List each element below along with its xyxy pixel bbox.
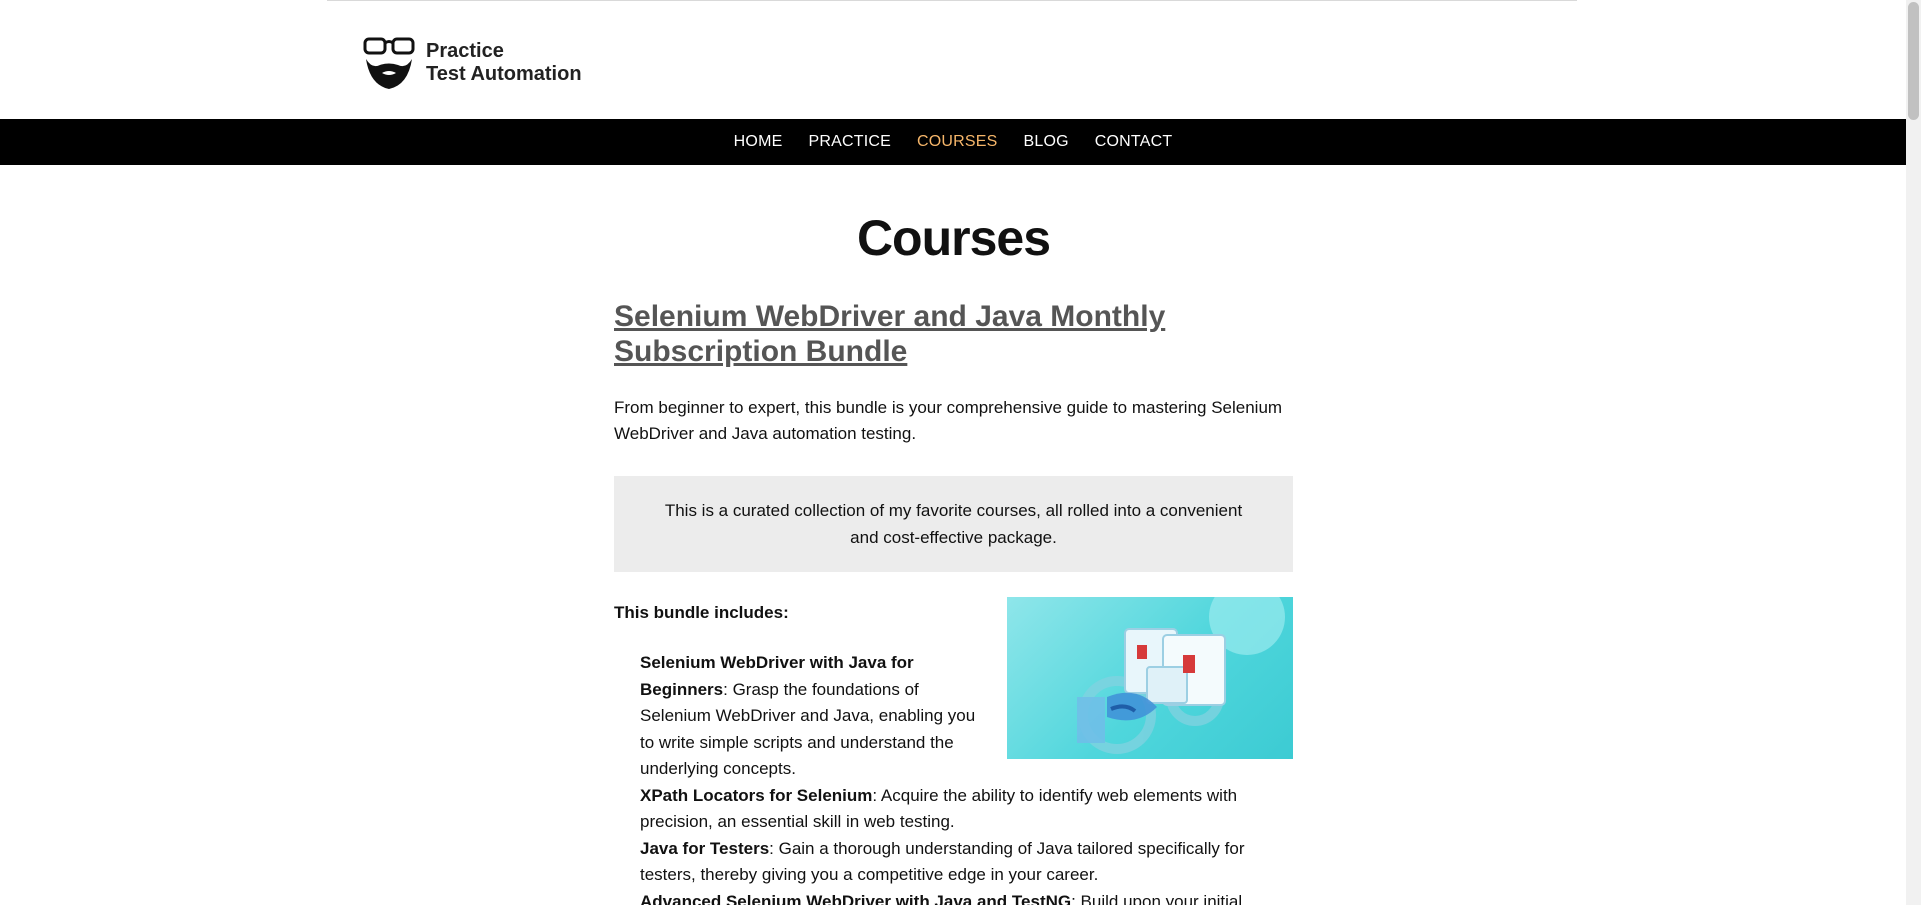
course-name: Advanced Selenium WebDriver with Java an… <box>640 891 1072 905</box>
page: Practice Test Automation HOME PRACTICE C… <box>0 0 1906 905</box>
nav-item-contact[interactable]: CONTACT <box>1082 119 1186 165</box>
nav-item-courses[interactable]: COURSES <box>904 119 1011 165</box>
nav-list: HOME PRACTICE COURSES BLOG CONTACT <box>0 119 1906 165</box>
main-content: Courses Selenium WebDriver and Java Mont… <box>614 165 1293 905</box>
course-description: : Build upon your initial <box>1071 891 1243 905</box>
main-navigation: HOME PRACTICE COURSES BLOG CONTACT <box>0 119 1906 165</box>
site-header: Practice Test Automation <box>0 1 1906 119</box>
logo-line-1: Practice <box>426 40 504 62</box>
course-name: Java for Testers <box>640 838 770 858</box>
site-logo[interactable]: Practice Test Automation <box>362 35 582 91</box>
scrollbar-thumb[interactable] <box>1908 2 1919 120</box>
logo-line-2: Test Automation <box>426 63 582 85</box>
bundle-title-link[interactable]: Selenium WebDriver and Java Monthly Subs… <box>614 299 1293 369</box>
page-scrollbar[interactable] <box>1906 0 1921 905</box>
list-item: Java for Testers: Gain a thorough unders… <box>640 836 1293 889</box>
selenium-java-illustration <box>1007 597 1293 759</box>
list-item: Selenium WebDriver with Java for Beginne… <box>640 650 990 783</box>
page-title: Courses <box>856 210 1051 266</box>
illustration-graphic-icon <box>1077 597 1285 754</box>
nav-item-blog[interactable]: BLOG <box>1011 119 1082 165</box>
callout-box: This is a curated collection of my favor… <box>614 476 1293 572</box>
logo-text: Practice Test Automation <box>426 40 582 86</box>
course-name: XPath Locators for Selenium <box>640 785 873 805</box>
nav-item-practice[interactable]: PRACTICE <box>795 119 904 165</box>
bundle-includes-section: This bundle includes: Selenium WebDriver… <box>614 597 1293 905</box>
list-item: XPath Locators for Selenium: Acquire the… <box>640 783 1293 836</box>
glasses-beard-logo-icon <box>363 37 415 89</box>
nav-item-home[interactable]: HOME <box>721 119 796 165</box>
bundle-intro: From beginner to expert, this bundle is … <box>614 398 1283 443</box>
list-item: Advanced Selenium WebDriver with Java an… <box>640 889 1293 905</box>
